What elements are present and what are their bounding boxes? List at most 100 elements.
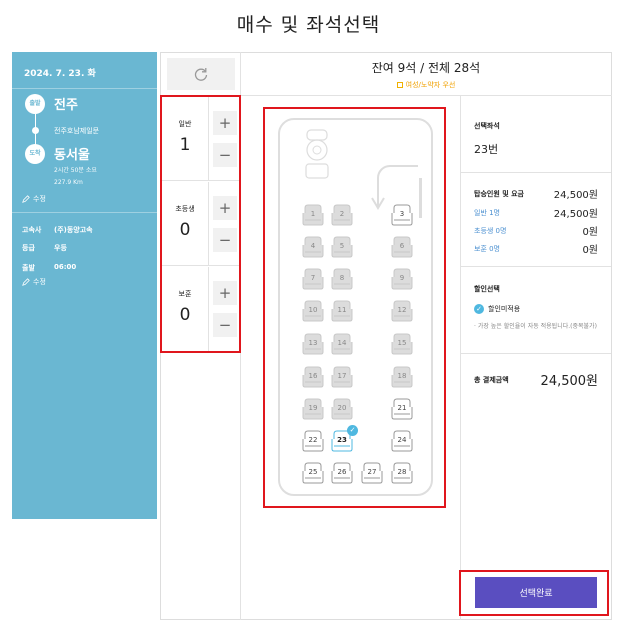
company-label: 고속사 <box>22 226 42 234</box>
edit-bus-link[interactable]: 수정 <box>22 277 46 287</box>
seat-number: 11 <box>337 306 347 314</box>
discount-option-label: 할인미적용 <box>488 305 521 313</box>
seat-number: 21 <box>397 404 407 412</box>
decrement-elementary-button[interactable]: − <box>213 228 237 252</box>
passenger-counters: 일반 1 + − 초등생 0 + − 보훈 0 + − <box>160 95 241 353</box>
increment-general-button[interactable]: + <box>213 111 237 135</box>
grade-label: 등급 <box>22 244 35 252</box>
seat-number: 9 <box>399 274 405 282</box>
seat-3[interactable]: 3 <box>391 204 413 226</box>
seat-20: 20 <box>331 398 353 420</box>
seat-16: 16 <box>302 366 324 388</box>
seat-number: 22 <box>308 436 318 444</box>
divider <box>461 353 611 354</box>
fare-line-label: 초등생 0명 <box>474 226 507 235</box>
seat-number: 8 <box>339 274 345 282</box>
seat-28[interactable]: 28 <box>391 462 413 484</box>
via-stop: 전주호남제일문 <box>54 127 100 135</box>
seat-number: 13 <box>308 339 318 347</box>
counter-row-veteran: 보훈 0 + − <box>162 267 239 351</box>
divider <box>208 267 209 351</box>
seat-number: 2 <box>339 210 345 218</box>
discount-option[interactable]: ✓ 할인미적용 <box>474 304 520 314</box>
priority-legend: 여성/노약자 우선 <box>241 80 611 90</box>
fare-line: 보훈 0명 0원 <box>474 241 598 257</box>
decrement-veteran-button[interactable]: − <box>213 313 237 337</box>
seat-26[interactable]: 26 <box>331 462 353 484</box>
edit-label: 수정 <box>33 278 46 286</box>
seat-1: 1 <box>302 204 324 226</box>
decrement-general-button[interactable]: − <box>213 143 237 167</box>
seat-15: 15 <box>391 333 413 355</box>
company-value: (주)동양고속 <box>54 226 93 234</box>
seat-24[interactable]: 24 <box>391 430 413 452</box>
divider <box>461 266 611 267</box>
discount-title: 할인선택 <box>474 285 500 293</box>
seat-5: 5 <box>331 236 353 258</box>
seat-number: 5 <box>339 242 345 250</box>
seat-27[interactable]: 27 <box>361 462 383 484</box>
seat-number: 26 <box>337 468 347 476</box>
trip-info-panel: 2024. 7. 23. 화 출발 전주 전주호남제일문 도착 동서울 2시간 … <box>12 52 157 519</box>
selected-seat-value: 23번 <box>474 143 499 156</box>
seat-21[interactable]: 21 <box>391 398 413 420</box>
via-dot <box>32 127 39 134</box>
edit-label: 수정 <box>33 195 46 203</box>
remaining-seats: 잔여 9석 / 전체 28석 <box>371 61 481 75</box>
seat-19: 19 <box>302 398 324 420</box>
seat-number: 18 <box>397 372 407 380</box>
trip-distance: 227.9 Km <box>54 179 83 186</box>
fare-line: 초등생 0명 0원 <box>474 223 598 239</box>
depart-badge: 출발 <box>25 94 45 114</box>
counter-label: 보훈 <box>178 290 192 298</box>
seat-7: 7 <box>302 268 324 290</box>
pencil-icon <box>22 278 30 286</box>
seat-17: 17 <box>331 366 353 388</box>
increment-veteran-button[interactable]: + <box>213 281 237 305</box>
seat-number: 27 <box>367 468 377 476</box>
seat-22[interactable]: 22 <box>302 430 324 452</box>
divider <box>461 172 611 173</box>
total-row: 총 결제금액 24,500원 <box>474 370 598 389</box>
divider <box>208 97 209 181</box>
edit-route-link[interactable]: 수정 <box>22 194 46 204</box>
complete-selection-button[interactable]: 선택완료 <box>475 577 597 608</box>
fare-total: 24,500원 <box>553 190 598 201</box>
counter-value: 0 <box>179 305 191 325</box>
seat-number: 1 <box>310 210 316 218</box>
check-icon: ✓ <box>347 425 358 436</box>
seat-9: 9 <box>391 268 413 290</box>
seat-number: 17 <box>337 372 347 380</box>
seat-number: 24 <box>397 436 407 444</box>
counter-value: 1 <box>179 135 191 155</box>
seat-number: 23 <box>337 436 347 444</box>
seat-number: 28 <box>397 468 407 476</box>
seat-23[interactable]: 23 ✓ <box>331 425 358 452</box>
divider <box>208 182 209 266</box>
total-value: 24,500원 <box>540 374 598 389</box>
increment-elementary-button[interactable]: + <box>213 196 237 220</box>
fare-line-value: 0원 <box>582 227 598 238</box>
seat-number: 7 <box>310 274 316 282</box>
seat-12: 12 <box>391 300 413 322</box>
header-divider <box>240 95 612 96</box>
fare-line: 일반 1명 24,500원 <box>474 205 598 221</box>
depart-time-label: 출발 <box>22 264 35 272</box>
priority-legend-label: 여성/노약자 우선 <box>405 81 456 89</box>
seat-10: 10 <box>302 300 324 322</box>
trip-date: 2024. 7. 23. 화 <box>24 69 96 79</box>
arrive-city: 동서울 <box>54 148 90 163</box>
bus-door-line <box>419 178 422 218</box>
steering-wheel-icon <box>305 129 329 179</box>
seat-6: 6 <box>391 236 413 258</box>
seat-number: 3 <box>399 210 405 218</box>
counter-label: 일반 <box>178 120 192 128</box>
seat-number: 25 <box>308 468 318 476</box>
seat-25[interactable]: 25 <box>302 462 324 484</box>
depart-time-value: 06:00 <box>54 263 77 271</box>
seat-4: 4 <box>302 236 324 258</box>
seat-header: 잔여 9석 / 전체 28석 여성/노약자 우선 <box>241 52 611 90</box>
counter-value: 0 <box>179 220 191 240</box>
grade-value: 우등 <box>54 244 67 252</box>
refresh-button[interactable] <box>167 58 235 90</box>
